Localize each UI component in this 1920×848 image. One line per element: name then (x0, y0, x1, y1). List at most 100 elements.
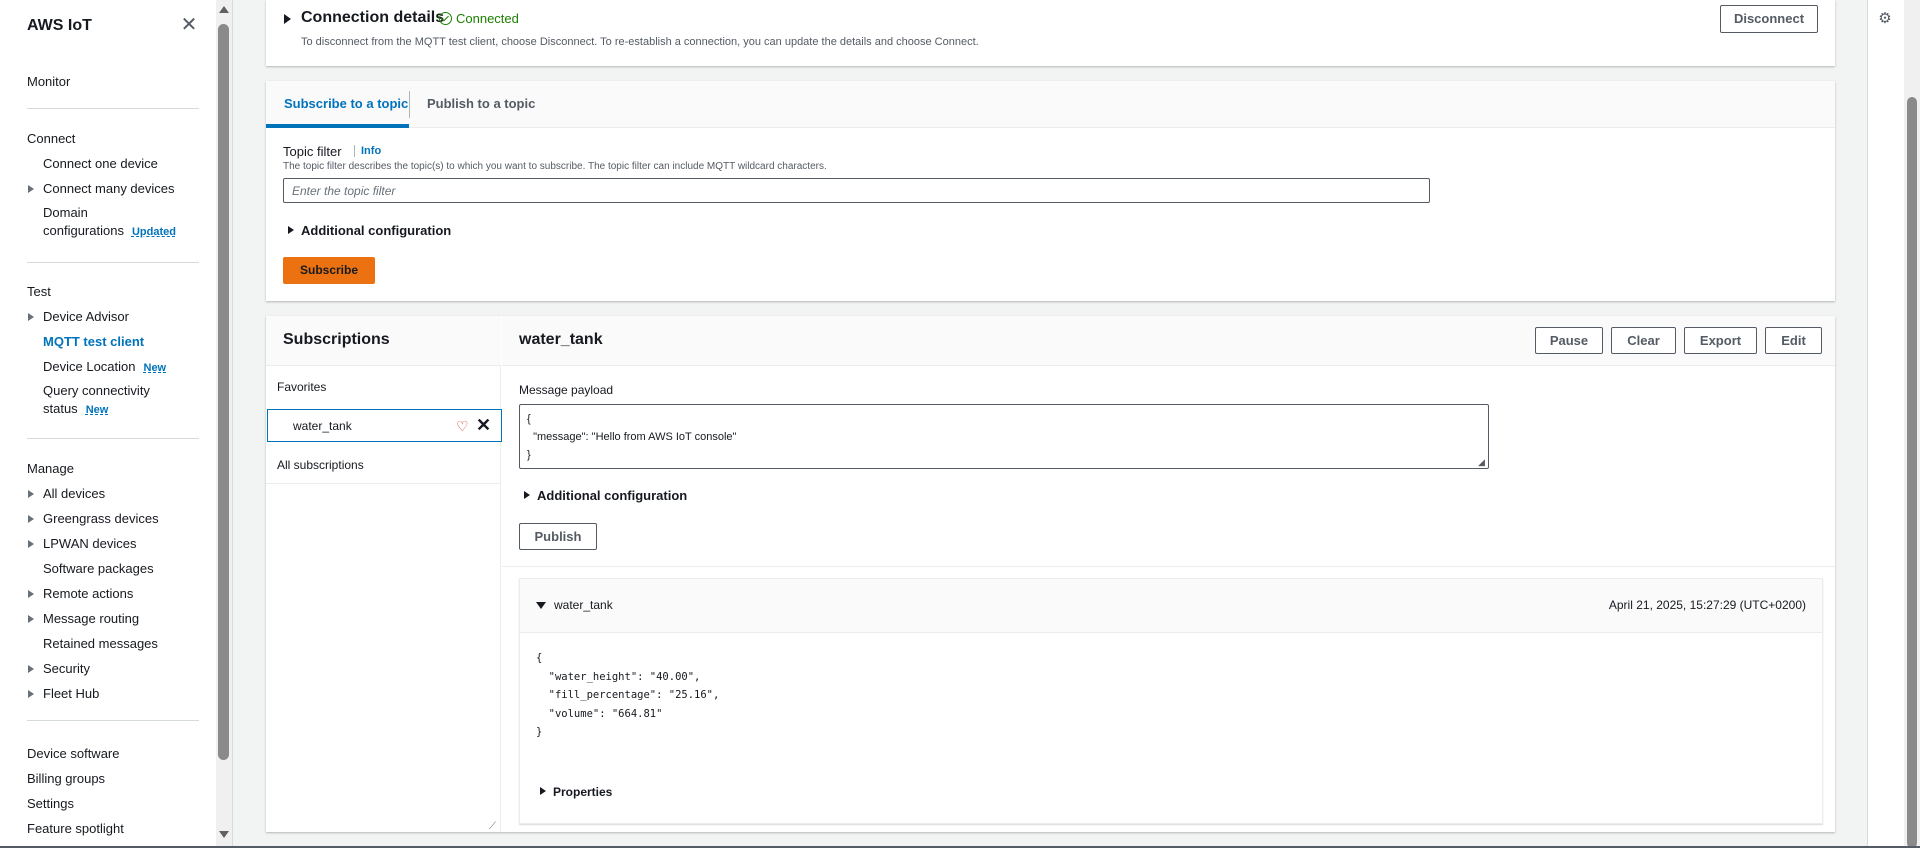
connection-status-text: Connected (456, 11, 519, 26)
nav-mqtt-test-client[interactable]: MQTT test client (43, 334, 144, 349)
subscribe-publish-panel: Subscribe to a topic Publish to a topic … (266, 81, 1835, 301)
properties-toggle[interactable]: Properties (540, 785, 612, 799)
nav-query-line1: Query connectivity (43, 383, 150, 398)
connection-description: To disconnect from the MQTT test client,… (301, 36, 979, 48)
subscribe-button[interactable]: Subscribe (283, 257, 375, 284)
tab-subscribe[interactable]: Subscribe to a topic (284, 96, 408, 111)
pause-button[interactable]: Pause (1535, 327, 1603, 354)
message-topic[interactable]: water_tank (554, 598, 613, 612)
favorites-label: Favorites (277, 380, 327, 394)
nav-retained-messages[interactable]: Retained messages (43, 636, 158, 651)
tab-divider (409, 91, 410, 118)
nav-lpwan-devices[interactable]: LPWAN devices (27, 536, 136, 551)
nav-domain-line1: Domain (43, 205, 88, 220)
subscriptions-header: Subscriptions (266, 316, 501, 366)
caret-right-icon (540, 787, 546, 795)
subscription-item[interactable]: water_tank ♡ ✕ (267, 409, 502, 442)
messages-header: water_tank Pause Clear Export Edit (502, 316, 1835, 366)
nav-device-software[interactable]: Device software (27, 746, 119, 761)
nav-billing-groups[interactable]: Billing groups (27, 771, 105, 786)
side-navigation: AWS IoT ✕ Monitor Connect Connect one de… (0, 0, 233, 848)
additional-configuration-label: Additional configuration (537, 488, 688, 503)
nav-device-advisor[interactable]: Device Advisor (28, 309, 129, 324)
caret-right-icon[interactable] (284, 14, 291, 24)
nav-software-packages[interactable]: Software packages (43, 561, 154, 576)
main-scroll-thumb[interactable] (1907, 97, 1917, 848)
settings-icon[interactable]: ⚙ (1876, 9, 1894, 27)
nav-feature-spotlight[interactable]: Feature spotlight (27, 821, 124, 836)
new-badge: New (143, 362, 167, 374)
nav-all-devices[interactable]: All devices (27, 486, 105, 501)
nav-heading-connect: Connect (27, 131, 76, 146)
nav-heading-test: Test (27, 284, 51, 299)
additional-configuration-toggle[interactable]: Additional configuration (524, 488, 687, 503)
nav-query-connectivity[interactable]: Query connectivity status New (43, 382, 150, 419)
scroll-down-arrow-icon[interactable] (219, 831, 229, 838)
new-badge: New (85, 404, 109, 416)
nav-monitor[interactable]: Monitor (27, 74, 70, 89)
additional-configuration-toggle[interactable]: Additional configuration (288, 223, 451, 238)
caret-right-icon (524, 491, 530, 499)
nav-settings[interactable]: Settings (27, 796, 74, 811)
nav-message-routing[interactable]: Message routing (27, 611, 139, 626)
nav-greengrass-devices[interactable]: Greengrass devices (28, 511, 159, 526)
received-message-card: water_tank April 21, 2025, 15:27:29 (UTC… (519, 578, 1823, 824)
updated-badge: Updated (131, 226, 176, 238)
messages-area: water_tank Pause Clear Export Edit Messa… (502, 316, 1835, 832)
nav-divider (27, 720, 199, 721)
topic-filter-label: Topic filter (283, 144, 342, 159)
nav-device-location-label: Device Location (43, 359, 136, 374)
nav-security[interactable]: Security (28, 661, 90, 676)
subscriptions-list: Subscriptions Favorites water_tank ♡ ✕ A… (266, 316, 502, 832)
caret-right-icon (288, 226, 294, 234)
message-payload-label: Message payload (519, 383, 614, 397)
subscriptions-title: Subscriptions (283, 331, 390, 348)
nav-query-line2: status (43, 401, 78, 416)
heart-icon[interactable]: ♡ (456, 419, 469, 433)
message-payload-textarea[interactable]: { "message": "Hello from AWS IoT console… (519, 404, 1489, 469)
divider (266, 483, 501, 484)
message-card-header[interactable]: water_tank April 21, 2025, 15:27:29 (UTC… (520, 579, 1822, 633)
caret-down-icon[interactable] (536, 602, 546, 609)
scroll-up-arrow-icon[interactable] (219, 6, 229, 13)
topic-title: water_tank (519, 331, 603, 348)
sidebar-scrollbar[interactable] (216, 0, 232, 848)
connection-status: Connected (439, 11, 519, 26)
nav-remote-actions[interactable]: Remote actions (27, 586, 133, 601)
publish-button[interactable]: Publish (519, 523, 597, 550)
export-button[interactable]: Export (1684, 327, 1757, 354)
nav-fleet-hub[interactable]: Fleet Hub (27, 686, 99, 701)
disconnect-button[interactable]: Disconnect (1720, 5, 1818, 33)
nav-connect-one-device[interactable]: Connect one device (43, 156, 158, 171)
tools-rail (1868, 0, 1904, 848)
connection-details-panel: Connection details Connected To disconne… (266, 0, 1835, 66)
brand-title: AWS IoT (27, 17, 92, 34)
topic-filter-description: The topic filter describes the topic(s) … (283, 161, 827, 172)
nav-divider (27, 108, 199, 109)
tab-publish[interactable]: Publish to a topic (427, 96, 535, 111)
resize-handle-icon[interactable]: ⟋ (489, 821, 496, 832)
info-link[interactable]: Info (354, 145, 381, 157)
sidebar-scroll-thumb[interactable] (218, 24, 229, 760)
subscriptions-panel: Subscriptions Favorites water_tank ♡ ✕ A… (266, 316, 1835, 832)
connection-details-title[interactable]: Connection details (301, 9, 444, 27)
edit-button[interactable]: Edit (1765, 327, 1822, 354)
nav-connect-many-devices[interactable]: Connect many devices (28, 181, 175, 196)
properties-label: Properties (553, 785, 613, 799)
remove-icon[interactable]: ✕ (476, 416, 491, 434)
nav-device-location[interactable]: Device Location New (43, 359, 166, 374)
message-timestamp: April 21, 2025, 15:27:29 (UTC+0200) (1608, 598, 1806, 612)
nav-domain-line2: configurations (43, 223, 124, 238)
clear-button[interactable]: Clear (1611, 327, 1676, 354)
main-scrollbar[interactable] (1904, 0, 1920, 848)
close-icon[interactable]: ✕ (180, 15, 198, 35)
nav-heading-manage: Manage (27, 461, 74, 476)
all-subscriptions-label[interactable]: All subscriptions (277, 458, 364, 472)
tab-bar: Subscribe to a topic Publish to a topic (266, 81, 1835, 128)
additional-configuration-label: Additional configuration (301, 223, 452, 238)
textarea-resize-icon[interactable]: ◢ (1478, 457, 1485, 468)
nav-domain-configurations[interactable]: Domain configurations Updated (43, 204, 176, 241)
nav-divider (27, 438, 199, 439)
subscription-name: water_tank (293, 419, 352, 433)
topic-filter-input[interactable] (283, 178, 1430, 203)
